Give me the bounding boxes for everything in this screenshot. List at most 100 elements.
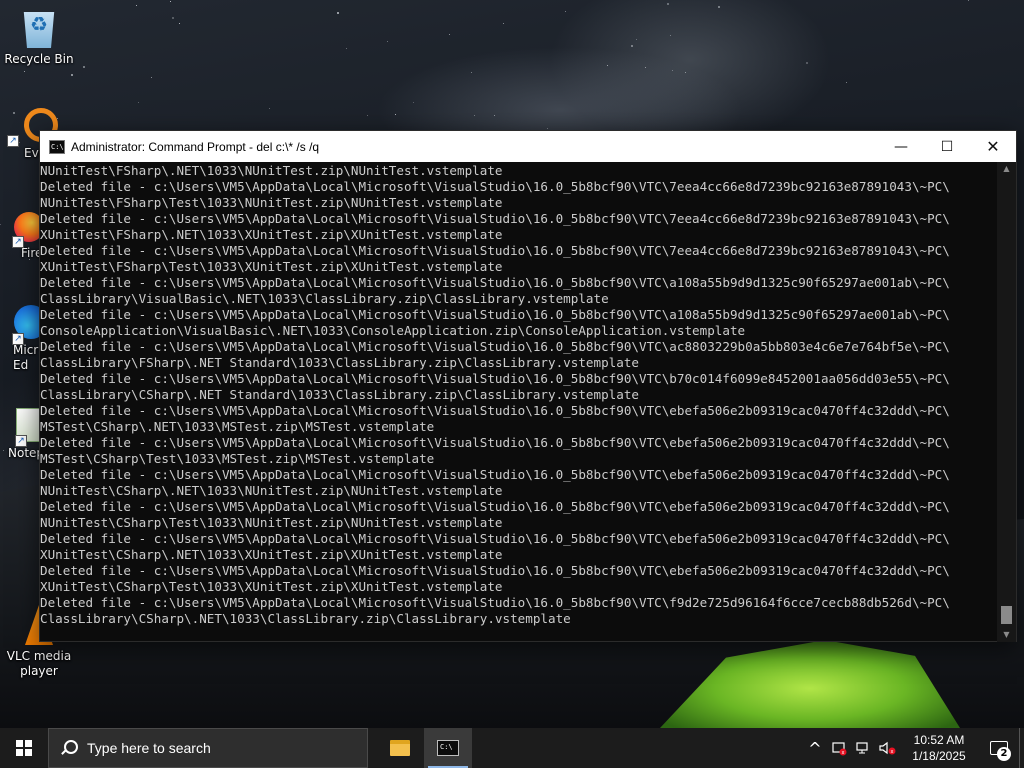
- console-line: Deleted file - c:\Users\VM5\AppData\Loca…: [40, 243, 950, 258]
- shortcut-arrow-icon: ↗: [12, 333, 24, 345]
- desktop-icon-label: VLC media player: [6, 649, 72, 678]
- console-line: Deleted file - c:\Users\VM5\AppData\Loca…: [40, 211, 950, 226]
- notification-count-badge: 2: [997, 747, 1011, 761]
- security-warning-icon[interactable]: x: [827, 728, 851, 768]
- network-icon[interactable]: [851, 728, 875, 768]
- wallpaper-star: [346, 48, 347, 49]
- scrollbar-thumb[interactable]: [1001, 606, 1012, 624]
- scroll-down-icon[interactable]: ▼: [997, 628, 1016, 642]
- wallpaper-star: [367, 115, 368, 116]
- console-line: Deleted file - c:\Users\VM5\AppData\Loca…: [40, 371, 950, 386]
- recycle-bin-icon: [23, 12, 55, 48]
- window-titlebar[interactable]: C:\ Administrator: Command Prompt - del …: [40, 131, 1016, 162]
- wallpaper-star: [667, 3, 669, 5]
- wallpaper-star: [71, 74, 73, 76]
- console-line: ClassLibrary\CSharp\.NET\1033\ClassLibra…: [40, 611, 571, 626]
- desktop-icon-recycle-bin[interactable]: Recycle Bin: [1, 8, 77, 67]
- system-tray: ^ x x 10:52 AM 1/18/2025 2: [803, 728, 1024, 768]
- clock[interactable]: 10:52 AM 1/18/2025: [899, 732, 979, 764]
- wallpaper-star: [172, 17, 174, 19]
- folder-icon: [390, 740, 410, 756]
- console-line: Deleted file - c:\Users\VM5\AppData\Loca…: [40, 467, 950, 482]
- search-icon: [61, 740, 78, 756]
- svg-text:x: x: [891, 749, 894, 755]
- wallpaper-star: [387, 41, 388, 42]
- console-line: XUnitTest\CSharp\.NET\1033\XUnitTest.zip…: [40, 547, 503, 562]
- wallpaper-star: [83, 66, 85, 68]
- console-line: ConsoleApplication\VisualBasic\.NET\1033…: [40, 323, 746, 338]
- console-line: Deleted file - c:\Users\VM5\AppData\Loca…: [40, 179, 950, 194]
- console-line: XUnitTest\FSharp\.NET\1033\XUnitTest.zip…: [40, 227, 503, 242]
- taskbar-app-command-prompt[interactable]: C:\: [424, 728, 472, 768]
- wallpaper-star: [565, 11, 566, 12]
- console-line: XUnitTest\FSharp\Test\1033\XUnitTest.zip…: [40, 259, 503, 274]
- console-line: Deleted file - c:\Users\VM5\AppData\Loca…: [40, 435, 950, 450]
- scroll-up-icon[interactable]: ▲: [997, 162, 1016, 176]
- wallpaper-star: [471, 72, 472, 73]
- console-line: NUnitTest\CSharp\Test\1033\NUnitTest.zip…: [40, 515, 503, 530]
- volume-muted-icon[interactable]: x: [875, 728, 899, 768]
- console-line: Deleted file - c:\Users\VM5\AppData\Loca…: [40, 307, 950, 322]
- shortcut-arrow-icon: ↗: [15, 435, 27, 447]
- wallpaper-star: [547, 128, 548, 129]
- start-button[interactable]: [0, 728, 48, 768]
- vertical-scrollbar[interactable]: ▲ ▼: [997, 162, 1016, 642]
- wallpaper-star: [503, 23, 504, 24]
- wallpaper-star: [449, 34, 450, 35]
- wallpaper-star: [413, 102, 414, 103]
- wallpaper-star: [670, 35, 671, 36]
- wallpaper-star: [395, 114, 396, 115]
- cmd-icon: C:\: [437, 740, 459, 756]
- notification-center-button[interactable]: 2: [979, 728, 1019, 768]
- cmd-icon: C:\: [49, 139, 65, 154]
- console-line: Deleted file - c:\Users\VM5\AppData\Loca…: [40, 531, 950, 546]
- wallpaper-star: [672, 70, 673, 71]
- wallpaper-star: [136, 5, 137, 6]
- console-line: ClassLibrary\FSharp\.NET Standard\1033\C…: [40, 355, 639, 370]
- clock-time: 10:52 AM: [913, 733, 965, 747]
- console-line: XUnitTest\CSharp\Test\1033\XUnitTest.zip…: [40, 579, 503, 594]
- search-box[interactable]: Type here to search: [48, 728, 368, 768]
- console-line: ClassLibrary\VisualBasic\.NET\1033\Class…: [40, 291, 609, 306]
- console-line: NUnitTest\CSharp\.NET\1033\NUnitTest.zip…: [40, 483, 503, 498]
- wallpaper-star: [494, 115, 495, 116]
- taskbar-app-file-explorer[interactable]: [376, 728, 424, 768]
- taskbar: Type here to search C:\ ^ x x 10:52 AM 1…: [0, 728, 1024, 768]
- show-desktop-button[interactable]: [1019, 728, 1024, 768]
- console-line: MSTest\CSharp\.NET\1033\MSTest.zip\MSTes…: [40, 419, 435, 434]
- console-line: NUnitTest\FSharp\Test\1033\NUnitTest.zip…: [40, 195, 503, 210]
- wallpaper-star: [631, 45, 633, 47]
- console-line: Deleted file - c:\Users\VM5\AppData\Loca…: [40, 275, 950, 290]
- shortcut-arrow-icon: ↗: [12, 236, 24, 248]
- wallpaper-star: [968, 0, 969, 1]
- show-hidden-icons-chevron-icon[interactable]: ^: [803, 728, 827, 768]
- console-line: Deleted file - c:\Users\VM5\AppData\Loca…: [40, 499, 950, 514]
- wallpaper-star: [151, 77, 152, 78]
- wallpaper-star: [269, 108, 270, 109]
- console-line: Deleted file - c:\Users\VM5\AppData\Loca…: [40, 563, 950, 578]
- wallpaper-star: [179, 23, 180, 24]
- desktop-icon-label: Recycle Bin: [4, 52, 74, 66]
- console-line: Deleted file - c:\Users\VM5\AppData\Loca…: [40, 339, 950, 354]
- command-prompt-window[interactable]: C:\ Administrator: Command Prompt - del …: [39, 130, 1017, 642]
- close-button[interactable]: ✕: [970, 131, 1016, 162]
- svg-text:x: x: [842, 750, 845, 756]
- minimize-button[interactable]: —: [878, 131, 924, 162]
- console-line: MSTest\CSharp\Test\1033\MSTest.zip\MSTes…: [40, 451, 435, 466]
- windows-logo-icon: [16, 740, 32, 756]
- wallpaper-star: [474, 115, 475, 116]
- wallpaper-star: [718, 6, 720, 8]
- console-line: Deleted file - c:\Users\VM5\AppData\Loca…: [40, 595, 950, 610]
- wallpaper-star: [645, 67, 646, 68]
- wallpaper-star: [138, 102, 139, 103]
- wallpaper-star: [337, 12, 339, 14]
- console-line: NUnitTest\FSharp\.NET\1033\NUnitTest.zip…: [40, 163, 503, 178]
- wallpaper-star: [170, 1, 171, 2]
- console-output[interactable]: NUnitTest\FSharp\.NET\1033\NUnitTest.zip…: [40, 162, 998, 642]
- wallpaper-star: [685, 72, 686, 73]
- wallpaper-star: [607, 65, 608, 66]
- clock-date: 1/18/2025: [912, 749, 966, 763]
- console-line: ClassLibrary\CSharp\.NET Standard\1033\C…: [40, 387, 639, 402]
- wallpaper-star: [636, 39, 637, 40]
- maximize-button[interactable]: ☐: [924, 131, 970, 162]
